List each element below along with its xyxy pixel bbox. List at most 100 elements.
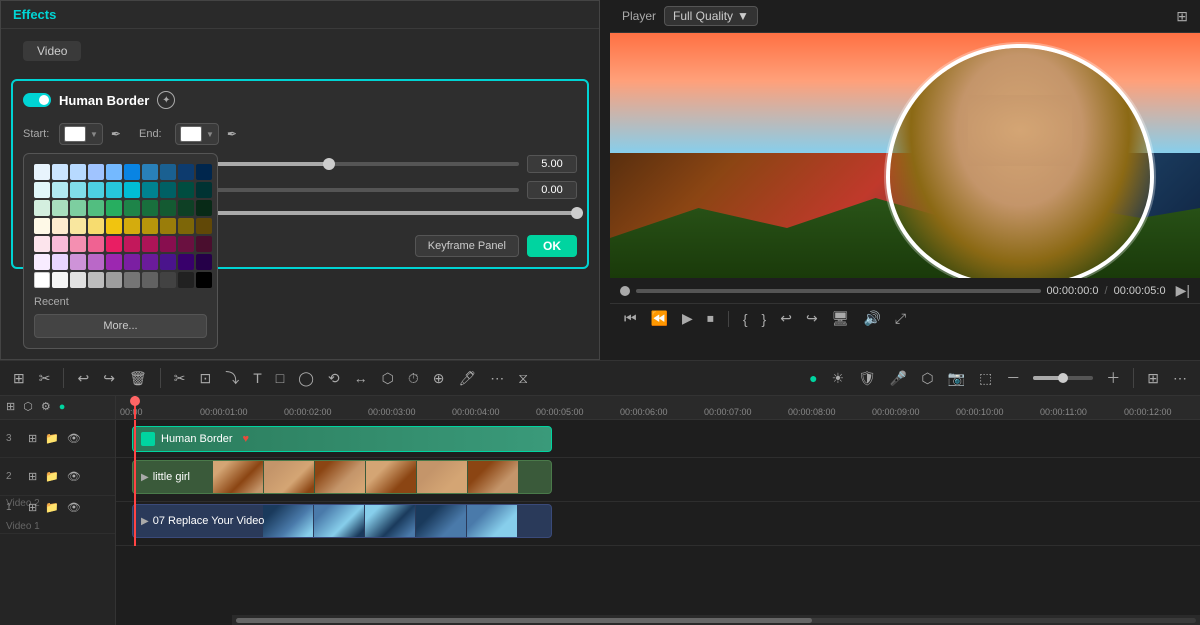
zoom-out-button[interactable]: － <box>1001 365 1025 391</box>
mic-button[interactable]: 🎤 <box>885 367 912 390</box>
color-cell[interactable] <box>142 254 158 270</box>
play-to-end-icon[interactable]: ▶| <box>1176 282 1190 299</box>
track-settings-button[interactable]: ⚙ <box>39 398 53 415</box>
cut-tool-button[interactable]: ✂ <box>169 367 191 390</box>
color-cell[interactable] <box>178 272 194 288</box>
track-3-visibility-button[interactable]: 👁 <box>65 430 83 447</box>
color-cell[interactable] <box>178 164 194 180</box>
track-2-visibility-button[interactable]: 👁 <box>65 468 83 485</box>
mark-out-button[interactable]: } <box>758 309 771 329</box>
track-1-folder-button[interactable]: 📁 <box>43 499 61 516</box>
color-cell[interactable] <box>70 272 86 288</box>
camera-button[interactable]: 📷 <box>943 367 970 390</box>
rotate-tool-button[interactable]: ⟲ <box>323 367 345 390</box>
select-tool-button[interactable]: ⊞ <box>8 367 30 390</box>
more-options-button[interactable]: ⋯ <box>1168 367 1192 390</box>
zoom-in-button[interactable]: ＋ <box>1101 365 1125 391</box>
color-cell[interactable] <box>142 182 158 198</box>
magic-icon[interactable]: ✦ <box>157 91 175 109</box>
track-2-add-button[interactable]: ⊞ <box>26 468 39 485</box>
quality-dropdown[interactable]: Full Quality ▼ <box>664 6 758 26</box>
effect-track-bar[interactable]: Human Border ♥ <box>132 426 552 452</box>
color-cell[interactable] <box>196 254 212 270</box>
audio-button[interactable]: 🔊 <box>859 308 884 329</box>
rect-tool-button[interactable]: □ <box>271 367 289 389</box>
track-3-folder-button[interactable]: 📁 <box>43 430 61 447</box>
color-cell[interactable] <box>70 218 86 234</box>
more-tools-button[interactable]: ⋯ <box>485 367 509 390</box>
color-cell[interactable] <box>142 164 158 180</box>
adjust-tool-button[interactable]: ⧖ <box>513 367 533 390</box>
color-cell[interactable] <box>178 236 194 252</box>
color-cell[interactable] <box>106 218 122 234</box>
color-cell[interactable] <box>106 254 122 270</box>
color-cell[interactable] <box>196 236 212 252</box>
color-cell[interactable] <box>196 200 212 216</box>
color-cell[interactable] <box>34 236 50 252</box>
shape-tool-button[interactable]: ◯ <box>293 367 319 390</box>
zoom-slider[interactable] <box>1033 376 1093 380</box>
color-cell[interactable] <box>88 164 104 180</box>
hex-button[interactable]: ⬡ <box>916 367 938 390</box>
end-eyedropper-icon[interactable]: ✒ <box>227 127 237 141</box>
bg-track-bar[interactable]: ▶ 07 Replace Your Video <box>132 504 552 538</box>
ok-button[interactable]: OK <box>527 235 577 257</box>
add-video-track-button[interactable]: ⊞ <box>4 398 17 415</box>
fullscreen-button[interactable]: ⤢ <box>891 308 910 329</box>
color-cell[interactable] <box>160 164 176 180</box>
color-cell[interactable] <box>106 164 122 180</box>
add-audio-track-button[interactable]: ⬡ <box>21 398 35 415</box>
frame-button[interactable]: ⬚ <box>974 367 997 390</box>
size-value-input[interactable] <box>527 155 577 173</box>
brightness-button[interactable]: ☀ <box>827 367 850 390</box>
color-cell[interactable] <box>160 200 176 216</box>
color-cell[interactable] <box>70 236 86 252</box>
track-3-add-button[interactable]: ⊞ <box>26 430 39 447</box>
color-cell[interactable] <box>34 164 50 180</box>
text-tool-button[interactable]: T <box>248 367 267 389</box>
redo-tool-button[interactable]: ↪ <box>98 367 120 390</box>
shield-button[interactable]: 🛡 <box>853 367 881 390</box>
progress-bar[interactable] <box>636 289 1041 293</box>
color-cell[interactable] <box>178 218 194 234</box>
lock-tracks-button[interactable]: ● <box>57 399 68 415</box>
color-cell[interactable] <box>196 218 212 234</box>
color-cell[interactable] <box>34 254 50 270</box>
color-cell[interactable] <box>124 218 140 234</box>
color-cell[interactable] <box>196 164 212 180</box>
color-cell[interactable] <box>196 272 212 288</box>
color-cell[interactable] <box>160 254 176 270</box>
color-cell[interactable] <box>88 272 104 288</box>
effect-toggle[interactable] <box>23 93 51 107</box>
color-cell[interactable] <box>52 236 68 252</box>
color-cell[interactable] <box>70 164 86 180</box>
color-cell[interactable] <box>34 272 50 288</box>
color-tool-button[interactable]: ⬡ <box>377 367 399 390</box>
video-track-bar[interactable]: ▶ little girl <box>132 460 552 494</box>
color-cell[interactable] <box>52 272 68 288</box>
audio-split-button[interactable]: ⤵ <box>220 365 244 391</box>
frame-back-button[interactable]: ⏪ <box>647 308 672 329</box>
color-cell[interactable] <box>52 200 68 216</box>
color-cell[interactable] <box>160 272 176 288</box>
color-cell[interactable] <box>124 272 140 288</box>
stretch-tool-button[interactable]: ↔ <box>349 367 373 389</box>
color-cell[interactable] <box>178 254 194 270</box>
more-colors-button[interactable]: More... <box>34 314 207 338</box>
color-cell[interactable] <box>196 182 212 198</box>
end-color-dropdown[interactable]: ▼ <box>175 123 219 145</box>
track-2-folder-button[interactable]: 📁 <box>43 468 61 485</box>
color-cell[interactable] <box>124 200 140 216</box>
color-cell[interactable] <box>88 236 104 252</box>
color-cell[interactable] <box>178 182 194 198</box>
color-cell[interactable] <box>88 182 104 198</box>
timer-tool-button[interactable]: ⏱ <box>403 367 424 390</box>
feather-value-input[interactable] <box>527 181 577 199</box>
color-cell[interactable] <box>160 236 176 252</box>
color-cell[interactable] <box>52 254 68 270</box>
color-cell[interactable] <box>34 200 50 216</box>
color-cell[interactable] <box>142 272 158 288</box>
color-cell[interactable] <box>70 254 86 270</box>
color-cell[interactable] <box>142 200 158 216</box>
color-cell[interactable] <box>88 200 104 216</box>
